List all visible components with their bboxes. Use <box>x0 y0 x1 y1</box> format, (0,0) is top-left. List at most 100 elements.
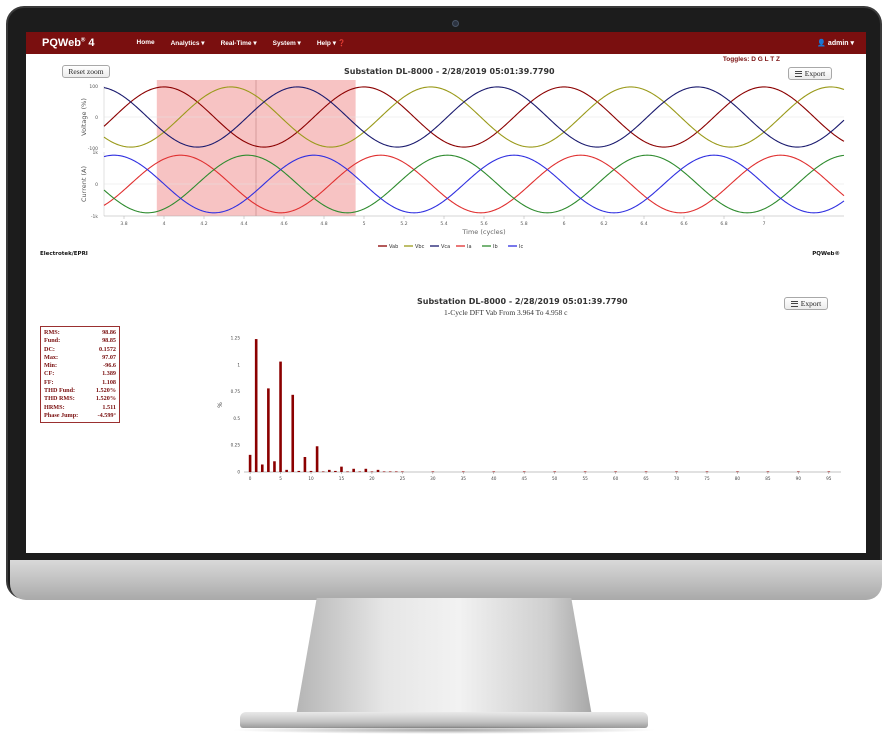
spectrum-chart[interactable]: 1.25 1 0.75 0.5 0.25 0% 0 5 10 15 20 25 30 35 40 45 50 55… <box>186 320 846 480</box>
y-tick-label: 0 <box>237 470 240 475</box>
harmonic-bar <box>285 469 288 472</box>
harmonic-bar <box>583 471 587 473</box>
harmonic-bar <box>388 471 392 473</box>
stat-phase-jump: Phase Jump: -4.599° <box>44 411 116 419</box>
spectrum-title: Substation DL-8000 - 2/28/2019 05:01:39.… <box>417 297 628 306</box>
harmonic-bar <box>340 466 343 472</box>
harmonic-bar <box>705 471 709 473</box>
harmonic-bar <box>376 469 380 472</box>
x-tick-label: 6.6 <box>680 221 687 227</box>
x-tick-label: 85 <box>765 476 771 480</box>
y-tick-label: 0 <box>95 115 98 121</box>
x-tick-label: 50 <box>552 476 558 480</box>
nav-menu: Home Analytics ▾ Real-Time ▾ System ▾ He… <box>137 39 346 47</box>
nav-real-time[interactable]: Real-Time ▾ <box>221 39 257 47</box>
legend-label-vca: Vca <box>441 244 450 250</box>
harmonic-bar <box>401 471 404 473</box>
x-tick-label: 25 <box>400 476 406 480</box>
x-tick-label: 3.8 <box>120 221 127 227</box>
footer-right-credit: PQWeb® <box>812 251 840 257</box>
harmonic-bar <box>334 470 337 472</box>
navbar: PQWeb® 4 Home Analytics ▾ Real-Time ▾ Sy… <box>26 32 866 54</box>
x-tick-label: 65 <box>643 476 649 480</box>
nav-help[interactable]: Help ▾ ❓ <box>317 39 346 47</box>
waveform-export-button[interactable]: Export <box>788 67 832 80</box>
nav-home[interactable]: Home <box>137 39 155 47</box>
footer-left-credit: Electrotek/EPRI <box>40 251 88 257</box>
harmonic-bar <box>267 388 270 472</box>
y-tick-label: 0.5 <box>233 416 240 421</box>
x-tick-label: 0 <box>249 476 252 480</box>
nav-system[interactable]: System ▾ <box>273 39 301 47</box>
harmonic-bar <box>358 471 362 473</box>
x-tick-label: 55 <box>582 476 588 480</box>
harmonic-bar <box>614 471 617 473</box>
legend-label-vab: Vab <box>389 244 398 250</box>
user-menu[interactable]: 👤 admin ▾ <box>817 39 854 47</box>
harmonic-bar <box>254 339 258 472</box>
reset-zoom-button[interactable]: Reset zoom <box>62 65 110 78</box>
stat-dc: DC: 0.1572 <box>44 345 116 353</box>
x-tick-label: 4.8 <box>320 221 327 227</box>
y-tick-label: -1k <box>91 214 98 220</box>
legend-label-ia: Ia <box>467 244 472 250</box>
y-axis-label: Voltage (%) <box>80 98 88 136</box>
harmonic-bar <box>675 471 678 473</box>
x-tick-label: 5 <box>363 221 366 227</box>
x-tick-label: 6.2 <box>600 221 607 227</box>
x-tick-label: 4.2 <box>200 221 207 227</box>
stat-hrms: HRMS: 1.511 <box>44 403 116 411</box>
y-tick-label: 0.25 <box>231 443 241 448</box>
x-tick-label: 5.4 <box>440 221 447 227</box>
x-tick-label: 35 <box>461 476 467 480</box>
x-tick-label: 5.2 <box>400 221 407 227</box>
x-tick-label: 4.4 <box>240 221 247 227</box>
brand-logo[interactable]: PQWeb® 4 <box>42 37 95 49</box>
waveform-title: Substation DL-8000 - 2/28/2019 05:01:39.… <box>344 67 555 76</box>
legend-label-ib: Ib <box>493 244 498 250</box>
stat-ff: FF: 1.108 <box>44 378 116 386</box>
harmonic-bar <box>370 471 374 473</box>
y-tick-label: 0 <box>95 182 98 188</box>
y-tick-label: 100 <box>89 84 98 90</box>
base-shadow <box>230 726 658 734</box>
x-tick-label: 80 <box>735 476 741 480</box>
harmonic-bar <box>553 471 556 473</box>
stat-rms: RMS: 98.86 <box>44 329 116 336</box>
x-tick-label: 6 <box>563 221 566 227</box>
y-tick-label: 1 <box>237 362 240 367</box>
harmonic-bar <box>346 471 349 473</box>
harmonic-bar <box>364 468 368 472</box>
nav-analytics[interactable]: Analytics ▾ <box>171 39 205 47</box>
harmonic-bar <box>766 471 770 473</box>
harmonic-bar <box>462 471 465 473</box>
screen: PQWeb® 4 Home Analytics ▾ Real-Time ▾ Sy… <box>26 32 866 553</box>
toggles-label[interactable]: Toggles: D G L T Z <box>723 56 780 63</box>
x-tick-label: 60 <box>613 476 619 480</box>
monitor-chin <box>10 560 882 600</box>
harmonic-bar <box>309 470 313 472</box>
stat-max: Max: 97.07 <box>44 353 116 361</box>
y-tick-label: 1.25 <box>231 336 241 341</box>
camera-icon <box>452 20 459 27</box>
harmonic-bar <box>492 471 496 473</box>
harmonic-bar <box>797 471 800 473</box>
harmonic-bar <box>327 469 331 472</box>
waveform-chart[interactable]: 1000-100Voltage (%)1k0-1kCurrent (A)3.8 4… <box>26 80 866 252</box>
stat-cf: CF: 1.389 <box>44 370 116 378</box>
harmonic-bar <box>315 446 319 472</box>
harmonic-bar <box>352 468 355 472</box>
harmonic-bar <box>248 454 252 472</box>
x-tick-label: 40 <box>491 476 497 480</box>
monitor-frame: PQWeb® 4 Home Analytics ▾ Real-Time ▾ Sy… <box>6 6 882 600</box>
menu-icon <box>794 70 802 77</box>
stat-thd-fund: THD Fund: 1.520% <box>44 387 116 395</box>
x-tick-label: 7 <box>763 221 766 227</box>
y-tick-label: 1k <box>93 150 99 156</box>
harmonic-bar <box>321 471 325 473</box>
harmonic-bar <box>291 394 295 472</box>
stat-thd-rms: THD RMS: 1.520% <box>44 395 116 403</box>
spectrum-subtitle: 1-Cycle DFT Vab From 3.964 To 4.958 c <box>444 308 568 317</box>
spectrum-export-button[interactable]: Export <box>784 297 828 310</box>
harmonic-bar <box>431 471 435 473</box>
